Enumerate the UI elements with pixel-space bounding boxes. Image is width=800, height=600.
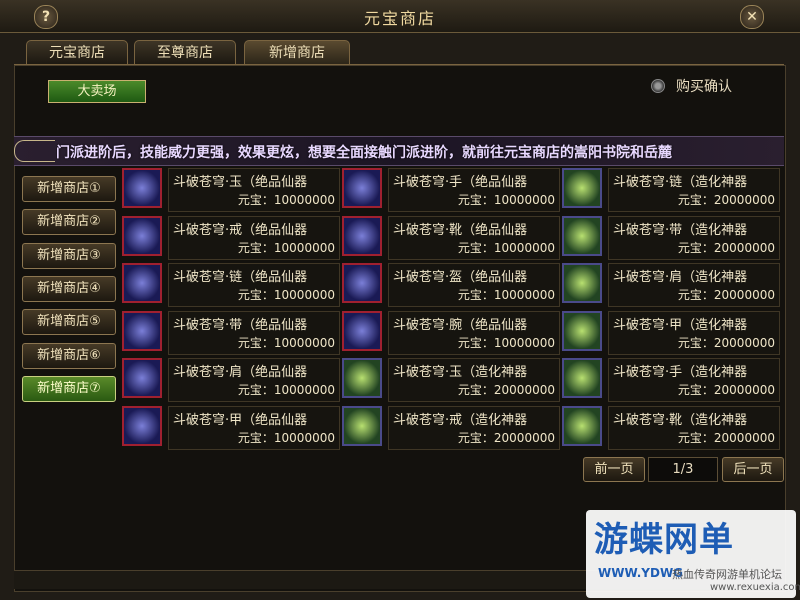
watermark-subtitle-2: www.rexuexia.com <box>710 582 800 593</box>
side-shop-button-3[interactable]: 新增商店③ <box>22 242 116 269</box>
item-price: 元宝：10000000 <box>457 335 555 350</box>
prev-page-button[interactable]: 前一页 <box>583 457 645 482</box>
item-icon[interactable] <box>122 310 162 351</box>
item-name: 斗破苍穹·链（绝品仙器 <box>173 270 308 286</box>
window-title: 元宝商店 <box>363 9 436 28</box>
item-name: 斗破苍穹·戒（造化神器 <box>393 413 528 428</box>
close-button[interactable]: ✕ <box>740 5 764 29</box>
item-icon[interactable] <box>562 168 602 208</box>
tab-yuanbao-shop[interactable]: 元宝商店 <box>26 40 128 65</box>
item-price: 元宝：10000000 <box>457 193 555 207</box>
confirm-label: 购买确认 <box>676 79 732 95</box>
watermark-subtitle: 热血传奇网游单机论坛 <box>672 568 782 581</box>
item-price: 元宝：10000000 <box>237 383 335 398</box>
item-name: 斗破苍穹·甲（绝品仙器 <box>173 413 308 428</box>
side-shop-button-7[interactable]: 新增商店⑦ <box>22 375 116 402</box>
side-shop-button-1[interactable]: 新增商店① <box>22 176 116 202</box>
item-card[interactable]: 斗破苍穹·靴（造化神器元宝：20000000 <box>608 406 780 450</box>
item-price: 元宝：10000000 <box>237 335 335 350</box>
item-card[interactable]: 斗破苍穹·带（造化神器元宝：20000000 <box>608 215 780 260</box>
side-shop-button-2[interactable]: 新增商店② <box>22 209 116 236</box>
page-indicator: 1/3 <box>648 457 718 482</box>
item-icon[interactable] <box>342 215 382 256</box>
watermark-url: WWW.YDWG <box>598 566 684 580</box>
item-icon[interactable] <box>122 406 162 446</box>
item-icon[interactable] <box>122 358 162 399</box>
item-card[interactable]: 斗破苍穹·链（造化神器元宝：20000000 <box>608 168 780 212</box>
item-name: 斗破苍穹·甲（造化神器 <box>613 317 748 333</box>
item-price: 元宝：20000000 <box>677 335 775 350</box>
side-shop-button-5[interactable]: 新增商店⑤ <box>22 309 116 336</box>
item-name: 斗破苍穹·腕（绝品仙器 <box>393 317 528 333</box>
item-icon[interactable] <box>122 215 162 256</box>
item-price: 元宝：20000000 <box>457 431 555 445</box>
help-button[interactable]: ? <box>34 5 58 29</box>
confirm-radio[interactable] <box>651 79 665 93</box>
item-card[interactable]: 斗破苍穹·肩（绝品仙器元宝：10000000 <box>168 358 340 403</box>
item-card[interactable]: 斗破苍穹·玉（绝品仙器元宝：10000000 <box>168 168 340 212</box>
item-card[interactable]: 斗破苍穹·腕（绝品仙器元宝：10000000 <box>388 310 560 355</box>
item-name: 斗破苍穹·戒（绝品仙器 <box>173 222 308 238</box>
item-price: 元宝：20000000 <box>677 193 775 207</box>
item-icon[interactable] <box>342 358 382 399</box>
item-icon[interactable] <box>342 263 382 304</box>
announcement-ornament <box>14 140 55 162</box>
item-name: 斗破苍穹·手（造化神器 <box>613 365 748 381</box>
item-price: 元宝：10000000 <box>457 240 555 255</box>
item-price: 元宝：20000000 <box>677 240 775 255</box>
item-card[interactable]: 斗破苍穹·带（绝品仙器元宝：10000000 <box>168 310 340 355</box>
item-card[interactable]: 斗破苍穹·盔（绝品仙器元宝：10000000 <box>388 263 560 308</box>
watermark-title: 游蝶网单 <box>594 520 734 560</box>
item-card[interactable]: 斗破苍穹·手（绝品仙器元宝：10000000 <box>388 168 560 212</box>
item-card[interactable]: 斗破苍穹·甲（造化神器元宝：20000000 <box>608 310 780 355</box>
item-price: 元宝：10000000 <box>237 288 335 303</box>
side-shop-button-6[interactable]: 新增商店⑥ <box>22 342 116 369</box>
item-name: 斗破苍穹·肩（绝品仙器 <box>173 365 308 381</box>
item-icon[interactable] <box>122 168 162 208</box>
item-name: 斗破苍穹·带（造化神器 <box>613 222 748 238</box>
tab-supreme-shop[interactable]: 至尊商店 <box>134 40 236 65</box>
item-card[interactable]: 斗破苍穹·肩（造化神器元宝：20000000 <box>608 263 780 308</box>
item-price: 元宝：10000000 <box>457 288 555 303</box>
item-name: 斗破苍穹·链（造化神器 <box>613 175 748 190</box>
item-icon[interactable] <box>562 310 602 351</box>
item-icon[interactable] <box>562 215 602 256</box>
announcement-text: 门派进阶后，技能威力更强，效果更炫，想要全面接触门派进阶，就前往元宝商店的嵩阳书… <box>56 145 672 161</box>
item-icon[interactable] <box>122 263 162 304</box>
item-price: 元宝：20000000 <box>457 383 555 398</box>
item-name: 斗破苍穹·盔（绝品仙器 <box>393 270 528 286</box>
dama-button[interactable]: 大卖场 <box>48 80 146 103</box>
item-card[interactable]: 斗破苍穹·手（造化神器元宝：20000000 <box>608 358 780 403</box>
item-name: 斗破苍穹·肩（造化神器 <box>613 270 748 286</box>
item-card[interactable]: 斗破苍穹·玉（造化神器元宝：20000000 <box>388 358 560 403</box>
item-name: 斗破苍穹·靴（造化神器 <box>613 413 748 428</box>
item-name: 斗破苍穹·玉（绝品仙器 <box>173 175 308 190</box>
item-card[interactable]: 斗破苍穹·靴（绝品仙器元宝：10000000 <box>388 215 560 260</box>
item-price: 元宝：10000000 <box>237 431 335 445</box>
item-price: 元宝：20000000 <box>677 288 775 303</box>
item-icon[interactable] <box>562 406 602 446</box>
item-icon[interactable] <box>562 263 602 304</box>
item-name: 斗破苍穹·手（绝品仙器 <box>393 175 528 190</box>
item-name: 斗破苍穹·靴（绝品仙器 <box>393 222 528 238</box>
tab-new-shop[interactable]: 新增商店 <box>244 40 350 65</box>
side-shop-button-4[interactable]: 新增商店④ <box>22 275 116 302</box>
item-name: 斗破苍穹·带（绝品仙器 <box>173 317 308 333</box>
item-card[interactable]: 斗破苍穹·戒（绝品仙器元宝：10000000 <box>168 215 340 260</box>
item-icon[interactable] <box>562 358 602 399</box>
next-page-button[interactable]: 后一页 <box>722 457 784 482</box>
item-card[interactable]: 斗破苍穹·链（绝品仙器元宝：10000000 <box>168 263 340 308</box>
item-price: 元宝：20000000 <box>677 431 775 445</box>
item-price: 元宝：10000000 <box>237 240 335 255</box>
item-icon[interactable] <box>342 406 382 446</box>
item-card[interactable]: 斗破苍穹·甲（绝品仙器元宝：10000000 <box>168 406 340 450</box>
item-icon[interactable] <box>342 168 382 208</box>
item-card[interactable]: 斗破苍穹·戒（造化神器元宝：20000000 <box>388 406 560 450</box>
item-name: 斗破苍穹·玉（造化神器 <box>393 365 528 381</box>
item-price: 元宝：10000000 <box>237 193 335 207</box>
item-price: 元宝：20000000 <box>677 383 775 398</box>
item-icon[interactable] <box>342 310 382 351</box>
